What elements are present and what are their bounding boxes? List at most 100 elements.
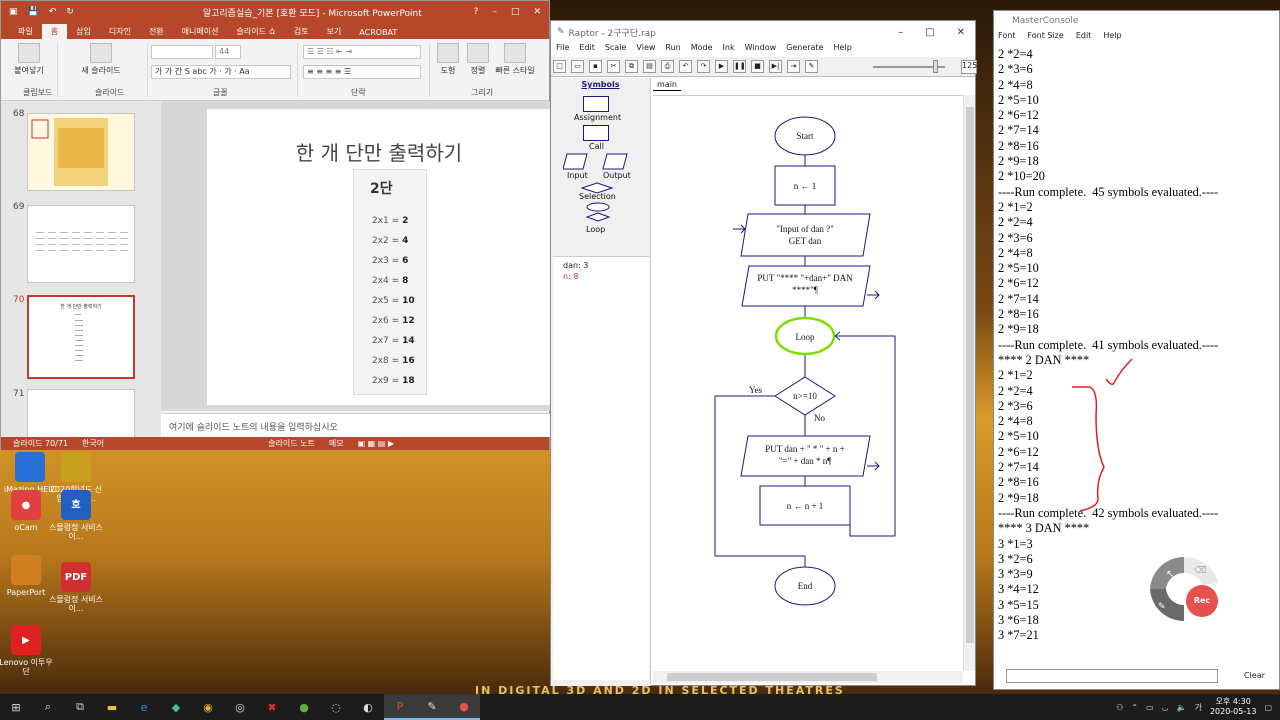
app-icon[interactable]: ◆ (160, 694, 192, 720)
tab-insert[interactable]: 삽입 (67, 24, 100, 39)
edge-icon[interactable]: e (128, 694, 160, 720)
io-symbols[interactable] (563, 153, 639, 171)
stop-icon[interactable]: ■ (751, 60, 764, 73)
people-icon[interactable]: ⚇ (1116, 703, 1123, 712)
play-icon[interactable]: ▶ (715, 60, 728, 73)
recorder-taskbar-icon[interactable]: ● (448, 694, 480, 720)
comments-toggle[interactable]: 메모 (329, 438, 344, 449)
raptor-title-bar[interactable]: ✎ Raptor - 2구구단.rap – □ ✕ (551, 21, 975, 43)
raptor-taskbar-icon[interactable]: ✎ (416, 694, 448, 720)
undo-icon[interactable]: ↶ (679, 60, 692, 73)
chrome-icon[interactable]: ◉ (192, 694, 224, 720)
menu-run[interactable]: Run (665, 43, 680, 57)
tray-chevron-icon[interactable]: ⌃ (1131, 703, 1138, 712)
battery-icon[interactable]: ▭ (1146, 703, 1154, 712)
font-family-field[interactable] (151, 45, 213, 59)
menu-scale[interactable]: Scale (605, 43, 627, 57)
tab-main[interactable]: main (653, 79, 681, 91)
cut-icon[interactable]: ✂ (607, 60, 620, 73)
canvas-vertical-scrollbar[interactable] (963, 95, 975, 671)
quick-styles-button[interactable]: 빠른 스타일 (495, 43, 535, 76)
windows-start-icon[interactable]: ⊞ (0, 694, 32, 720)
maximize-button[interactable]: □ (925, 27, 934, 38)
current-slide[interactable]: 한 개 단만 출력하기 2단 2x1 = 2 2x2 = 4 2x3 = 6 2… (207, 109, 551, 405)
print-icon[interactable]: ⎙ (661, 60, 674, 73)
slide-thumbnail[interactable] (27, 113, 135, 191)
clock[interactable]: 오후 4:30 2020-05-13 (1210, 697, 1257, 717)
tab-transitions[interactable]: 전환 (140, 24, 173, 39)
menu-ink[interactable]: Ink (723, 43, 735, 57)
scrollbar-thumb[interactable] (667, 673, 877, 681)
tab-review[interactable]: 검토 (285, 24, 318, 39)
zoom-field[interactable]: 125 (961, 60, 977, 74)
console-input[interactable] (1006, 669, 1218, 683)
step-into-icon[interactable]: ⇥ (787, 60, 800, 73)
desktop-icon-lenovo[interactable]: ▶ Lenovo 이투우단 (0, 625, 54, 676)
save-icon[interactable]: 💾 (28, 7, 39, 17)
tab-animations[interactable]: 애니메이션 (173, 24, 228, 39)
maximize-button[interactable]: □ (511, 7, 520, 17)
slide-thumbnail[interactable] (27, 389, 135, 437)
font-size-field[interactable]: 44 (215, 45, 241, 59)
flowchart-canvas[interactable]: Start n ← 1 "Input of dan ?" GET dan PUT… (653, 95, 963, 671)
new-slide-button[interactable]: 새 슬라이드 (73, 43, 129, 76)
close-button[interactable]: ✕ (533, 7, 541, 17)
app-icon[interactable]: ✖ (256, 694, 288, 720)
open-file-icon[interactable]: ▭ (571, 60, 584, 73)
bullets-row[interactable]: ☰ ☰ ☷ ⇤ ⇥ (303, 45, 421, 59)
undo-icon[interactable]: ↶ (49, 7, 57, 17)
network-icon[interactable]: ◡ (1162, 703, 1169, 712)
ppt-title-bar[interactable]: ▣ 💾 ↶ ↻ 알고리즘실습_기본 [호환 모드] - Microsoft Po… (1, 1, 549, 23)
menu-edit[interactable]: Edit (579, 43, 595, 57)
app-icon[interactable]: ● (288, 694, 320, 720)
slide-thumbnail[interactable] (27, 205, 135, 283)
notes-toggle[interactable]: 슬라이드 노트 (268, 438, 315, 449)
save-icon[interactable]: ▪ (589, 60, 602, 73)
raptor-window[interactable]: ✎ Raptor - 2구구단.rap – □ ✕ File Edit Scal… (550, 20, 977, 686)
desktop-icon-service1[interactable]: 호 스물렁정 서비스 이... (48, 490, 104, 541)
menu-help[interactable]: Help (834, 43, 852, 57)
alignment-row[interactable]: ≡ ≡ ≡ ≡ ☰ (303, 65, 421, 79)
record-button[interactable]: Rec (1186, 585, 1218, 617)
desktop-icon-paperport[interactable]: PaperPort (0, 555, 54, 597)
tab-file[interactable]: 파일 (9, 24, 42, 39)
ime-indicator[interactable]: 가 (1195, 702, 1202, 713)
powerpoint-window[interactable]: ▣ 💾 ↶ ↻ 알고리즘실습_기본 [호환 모드] - Microsoft Po… (0, 0, 551, 450)
assignment-symbol[interactable] (583, 96, 609, 112)
arrange-button[interactable]: 정렬 (463, 43, 493, 76)
pen-icon[interactable]: ✎ (805, 60, 818, 73)
menu-mode[interactable]: Mode (691, 43, 713, 57)
copy-icon[interactable]: ⧉ (625, 60, 638, 73)
master-console-window[interactable]: MasterConsole Font Font Size Edit Help 2… (993, 10, 1280, 690)
speed-slider-handle[interactable] (933, 60, 938, 73)
clear-button[interactable]: Clear (1244, 671, 1265, 680)
tab-view[interactable]: 보기 (318, 24, 351, 39)
powerpoint-taskbar-icon[interactable]: P (384, 694, 416, 720)
menu-generate[interactable]: Generate (786, 43, 823, 57)
shapes-button[interactable]: 도형 (433, 43, 463, 76)
loop-symbol[interactable] (585, 202, 611, 224)
scrollbar-thumb[interactable] (966, 107, 974, 643)
paste-icon[interactable]: ▤ (643, 60, 656, 73)
slide-editor[interactable]: 한 개 단만 출력하기 2단 2x1 = 2 2x2 = 4 2x3 = 6 2… (161, 101, 551, 411)
font-format-row[interactable]: 가 가 간 S abc 가 · 가 · Aa (151, 65, 291, 79)
slide-thumbnail-selected[interactable]: 한 개 단만 출력하기 (27, 295, 135, 379)
desktop-icon-service2[interactable]: PDF 스물렁정 서비스 이... (48, 562, 104, 613)
tab-slideshow[interactable]: 슬라이드 쇼 (227, 24, 284, 39)
minimize-button[interactable]: – (492, 7, 497, 17)
task-view-icon[interactable]: ⧉ (64, 694, 96, 720)
new-file-icon[interactable]: □ (553, 60, 566, 73)
recording-widget[interactable]: ↖ ⌫ ✎ Rec (1144, 549, 1224, 622)
app-icon[interactable]: ◎ (224, 694, 256, 720)
step-icon[interactable]: ▶| (769, 60, 782, 73)
slide-notes-input[interactable]: 여기에 슬라이드 노트의 내용을 입력하십시오 (161, 413, 551, 437)
file-explorer-icon[interactable]: ▬ (96, 694, 128, 720)
app-icon[interactable]: ◌ (320, 694, 352, 720)
tab-home[interactable]: 홈 (41, 24, 68, 39)
redo-icon[interactable]: ↻ (66, 7, 74, 17)
tab-design[interactable]: 디자인 (100, 24, 140, 39)
search-icon[interactable]: ⌕ (32, 694, 64, 720)
input-box[interactable] (740, 213, 871, 257)
canvas-horizontal-scrollbar[interactable] (653, 671, 963, 683)
paste-button[interactable]: 붙여넣기 (9, 43, 49, 76)
